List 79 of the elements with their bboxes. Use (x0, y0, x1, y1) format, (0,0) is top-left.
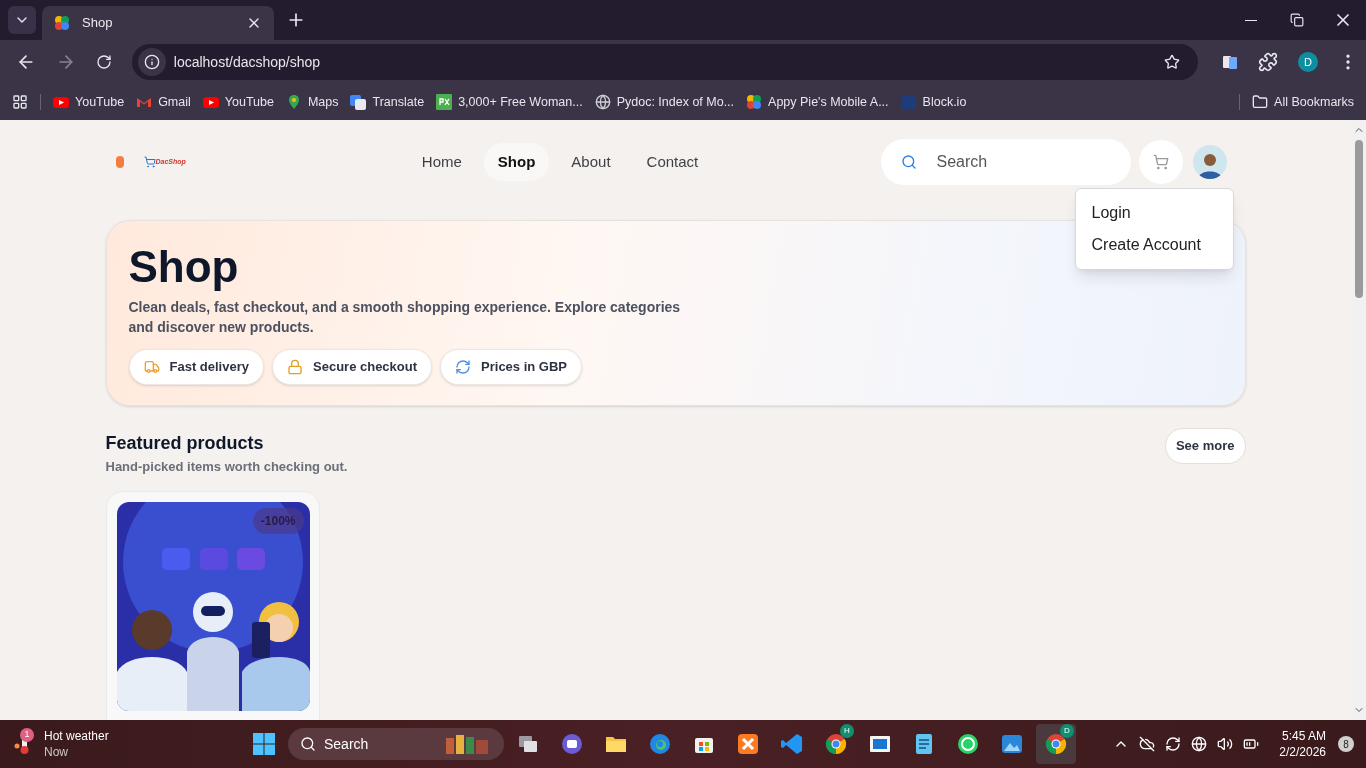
lock-icon (287, 359, 303, 375)
flower-icon (54, 15, 70, 31)
folder-icon (1252, 94, 1269, 110)
bookmark-item[interactable]: Block.io (900, 92, 967, 112)
scrollbar-thumb[interactable] (1354, 140, 1363, 298)
volume-icon[interactable] (1217, 736, 1234, 752)
bookmark-item[interactable]: Pydoc: Index of Mo... (594, 92, 735, 112)
globe-icon (594, 94, 611, 110)
translate-icon (350, 94, 367, 110)
url-text: localhost/dacshop/shop (173, 52, 322, 72)
extensions-icon[interactable] (1258, 52, 1278, 72)
cross-tile-icon (736, 732, 760, 756)
dropdown-item[interactable]: Create Account (1075, 229, 1233, 261)
see-more-button[interactable]: See more (1164, 428, 1246, 464)
document-icon (900, 94, 917, 110)
nav-link[interactable]: Home (407, 142, 476, 182)
refresh-icon (455, 359, 472, 375)
apps-icon[interactable] (12, 94, 28, 110)
minimize-icon (1245, 19, 1257, 21)
feature-chip: Prices in GBP (440, 349, 583, 385)
search-field[interactable]: Search (880, 139, 1131, 185)
section-subtitle: Hand-picked items worth checking out. (105, 458, 349, 476)
hero-description: Clean deals, fast checkout, and a smooth shopping experience. Explore categories and discover new products. (128, 298, 682, 337)
bookmark-item[interactable]: Translate (350, 92, 425, 112)
address-bar[interactable]: localhost/dacshop/shop (131, 44, 1198, 80)
bookmark-item[interactable]: 3,000+ Free Woman... (436, 92, 583, 112)
bookmark-star-icon[interactable] (1164, 54, 1180, 70)
search-icon (900, 154, 917, 170)
page-title: Shop (128, 241, 239, 293)
weather-title: Hot weather (44, 728, 109, 744)
profile-avatar[interactable]: D (1298, 52, 1318, 72)
nav-link[interactable]: Shop (483, 142, 550, 182)
bookmark-item[interactable]: YouTube (53, 92, 125, 112)
weather-subtitle: Now (44, 744, 69, 760)
battery-icon[interactable] (1243, 736, 1260, 752)
notification-count[interactable]: 8 (1338, 736, 1354, 752)
feature-chip: Secure checkout (272, 349, 433, 385)
section-title: Featured products (105, 432, 265, 455)
bookmark-item[interactable]: Appy Pie's Mobile A... (746, 92, 889, 112)
feature-chip: Fast delivery (128, 349, 264, 385)
taskbar-app-button[interactable]: D (1036, 724, 1076, 764)
tab-list-button[interactable] (8, 6, 36, 34)
notification-badge: 1 (20, 728, 34, 742)
site-favicon-icon (436, 94, 453, 110)
chat-bubble-icon (560, 732, 584, 756)
network-icon[interactable] (1191, 736, 1208, 752)
search-icon (300, 736, 316, 752)
profile-badge: D (1060, 724, 1074, 738)
clock[interactable]: 5:45 AM 2/2/2026 (1279, 728, 1326, 760)
photo-icon (1000, 732, 1024, 756)
dropdown-item[interactable]: Login (1075, 197, 1233, 229)
restore-icon (1290, 13, 1304, 27)
truck-icon (143, 359, 160, 375)
cart-icon (1152, 154, 1169, 170)
side-panel-icon[interactable] (1222, 54, 1238, 70)
weather-widget[interactable]: 1 Hot weather Now (12, 728, 252, 760)
taskbar-search[interactable]: Search (288, 728, 504, 760)
browser-icon (824, 732, 848, 756)
bookmark-item[interactable]: YouTube (202, 92, 274, 112)
swirl-icon (648, 732, 672, 756)
video-play-icon (53, 94, 69, 110)
video-play-icon (202, 94, 219, 110)
nav-link[interactable]: About (557, 142, 625, 182)
browser-tab[interactable]: Shop (42, 6, 274, 40)
taskbar-app-button[interactable]: H (816, 724, 856, 764)
all-bookmarks-item[interactable]: All Bookmarks (1252, 92, 1354, 112)
browser-icon (1044, 732, 1068, 756)
site-info-icon[interactable] (143, 54, 160, 70)
bookmark-item[interactable]: Gmail (136, 92, 191, 112)
start-icon[interactable] (252, 732, 276, 756)
code-editor-icon (780, 732, 804, 756)
cart-icon (143, 156, 156, 168)
flower-icon (746, 94, 763, 110)
reload-icon[interactable] (95, 54, 112, 70)
profile-badge: H (840, 724, 854, 738)
cloud-off-icon[interactable] (1139, 736, 1156, 752)
bookmark-item[interactable]: Maps (285, 92, 339, 112)
sync-icon[interactable] (1165, 736, 1182, 752)
nav-link[interactable]: Contact (632, 142, 713, 182)
